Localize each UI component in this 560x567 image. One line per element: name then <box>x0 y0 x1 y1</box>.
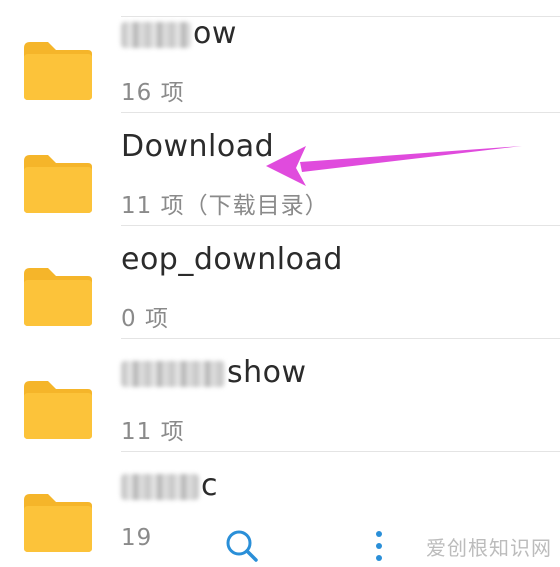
folder-name-text: c <box>201 468 218 503</box>
folder-row[interactable]: Download 11 项（下载目录） <box>0 113 560 226</box>
search-icon[interactable] <box>222 526 262 566</box>
folder-name: show <box>121 355 307 390</box>
more-vertical-icon[interactable] <box>359 526 399 566</box>
folder-row[interactable]: eop_download 0 项 <box>0 226 560 339</box>
folder-icon <box>24 268 92 326</box>
folder-name-text: show <box>227 355 307 390</box>
folder-icon <box>24 42 92 100</box>
file-browser-screen: ow 16 项 Download 11 项（下载目录） eop_download… <box>0 0 560 567</box>
folder-name: eop_download <box>121 242 343 277</box>
folder-name: Download <box>121 129 275 164</box>
watermark: 爱创根知识网 <box>426 536 552 560</box>
folder-row[interactable]: show 11 项 <box>0 339 560 452</box>
redacted-text <box>121 473 199 500</box>
folder-icon <box>24 381 92 439</box>
redacted-text <box>121 360 225 387</box>
folder-name-text: ow <box>193 16 237 51</box>
folder-item-count: 16 项 <box>121 80 185 106</box>
folder-icon <box>24 155 92 213</box>
folder-item-count: 11 项 <box>121 419 185 445</box>
folder-item-count: 11 项（下载目录） <box>121 193 329 219</box>
folder-row[interactable]: ow 16 项 <box>0 0 560 113</box>
folder-name: c <box>121 468 218 503</box>
redacted-text <box>121 21 191 48</box>
folder-item-count: 0 项 <box>121 306 169 332</box>
folder-name: ow <box>121 16 237 51</box>
